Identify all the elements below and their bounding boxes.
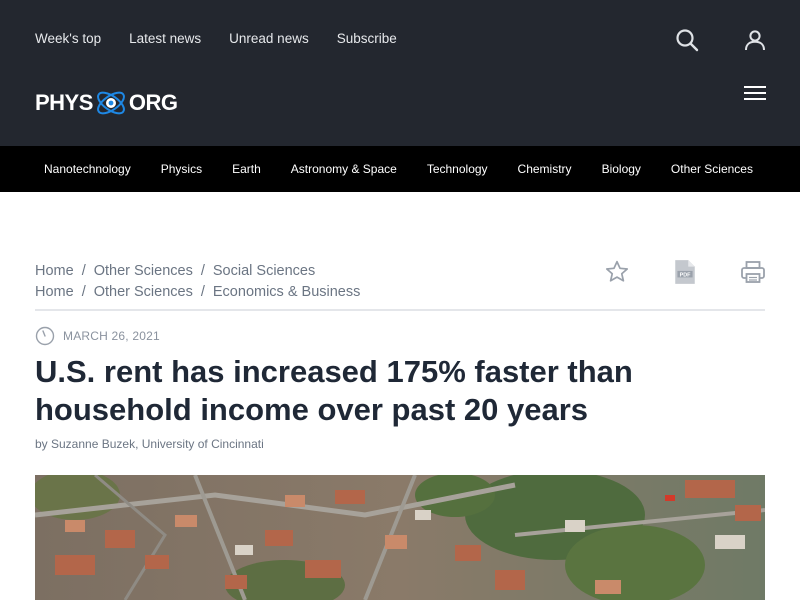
top-link-subscribe[interactable]: Subscribe	[337, 31, 397, 46]
pdf-icon: PDF	[675, 260, 695, 284]
breadcrumb-row: Home / Other Sciences / Economics & Busi…	[35, 282, 360, 303]
breadcrumb-link[interactable]: Social Sciences	[213, 261, 315, 282]
breadcrumb-separator: /	[200, 263, 205, 279]
account-button[interactable]	[741, 26, 769, 54]
svg-text:PDF: PDF	[680, 272, 692, 278]
aerial-city-photo	[35, 475, 765, 600]
breadcrumb-separator: /	[81, 263, 86, 279]
breadcrumb-link[interactable]: Other Sciences	[94, 282, 193, 303]
category-nav: Nanotechnology Physics Earth Astronomy &…	[0, 146, 800, 192]
top-link-weeks-top[interactable]: Week's top	[35, 31, 101, 46]
article-date: MARCH 26, 2021	[35, 326, 160, 346]
breadcrumb-link[interactable]: Economics & Business	[213, 282, 360, 303]
nav-item-astronomy-space[interactable]: Astronomy & Space	[291, 162, 397, 176]
nav-item-chemistry[interactable]: Chemistry	[518, 162, 572, 176]
hamburger-menu-icon	[744, 86, 766, 100]
top-links: Week's top Latest news Unread news Subsc…	[35, 31, 425, 46]
breadcrumb: Home / Other Sciences / Social Sciences …	[35, 261, 360, 303]
search-icon	[676, 29, 699, 52]
nav-item-technology[interactable]: Technology	[427, 162, 488, 176]
site-header: Week's top Latest news Unread news Subsc…	[0, 0, 800, 146]
article-hero-image	[35, 475, 765, 600]
nav-item-biology[interactable]: Biology	[602, 162, 641, 176]
search-button[interactable]	[673, 26, 701, 54]
bookmark-button[interactable]	[603, 258, 631, 286]
breadcrumb-link[interactable]: Home	[35, 282, 74, 303]
article-byline: by Suzanne Buzek, University of Cincinna…	[35, 437, 264, 451]
atom-logo-icon	[96, 91, 125, 115]
nav-item-earth[interactable]: Earth	[232, 162, 261, 176]
top-link-unread-news[interactable]: Unread news	[229, 31, 309, 46]
printer-icon	[741, 261, 765, 283]
nav-item-physics[interactable]: Physics	[161, 162, 202, 176]
breadcrumb-link[interactable]: Home	[35, 261, 74, 282]
article-title: U.S. rent has increased 175% faster than…	[35, 354, 633, 427]
menu-button[interactable]	[742, 82, 768, 104]
breadcrumb-link[interactable]: Other Sciences	[94, 261, 193, 282]
date-text: MARCH 26, 2021	[63, 329, 160, 343]
breadcrumb-row: Home / Other Sciences / Social Sciences	[35, 261, 360, 282]
pdf-button[interactable]: PDF	[671, 258, 699, 286]
breadcrumb-separator: /	[81, 284, 86, 300]
print-button[interactable]	[739, 258, 767, 286]
divider	[35, 309, 765, 311]
site-logo[interactable]: PHYS ORG	[35, 82, 178, 124]
breadcrumb-separator: /	[200, 284, 205, 300]
clock-icon	[35, 326, 55, 346]
nav-item-nanotechnology[interactable]: Nanotechnology	[44, 162, 131, 176]
top-link-latest-news[interactable]: Latest news	[129, 31, 201, 46]
nav-item-other-sciences[interactable]: Other Sciences	[671, 162, 753, 176]
star-icon	[605, 260, 629, 282]
user-icon	[745, 30, 765, 51]
logo-text-right: ORG	[128, 90, 178, 115]
logo-text-left: PHYS	[35, 90, 93, 115]
